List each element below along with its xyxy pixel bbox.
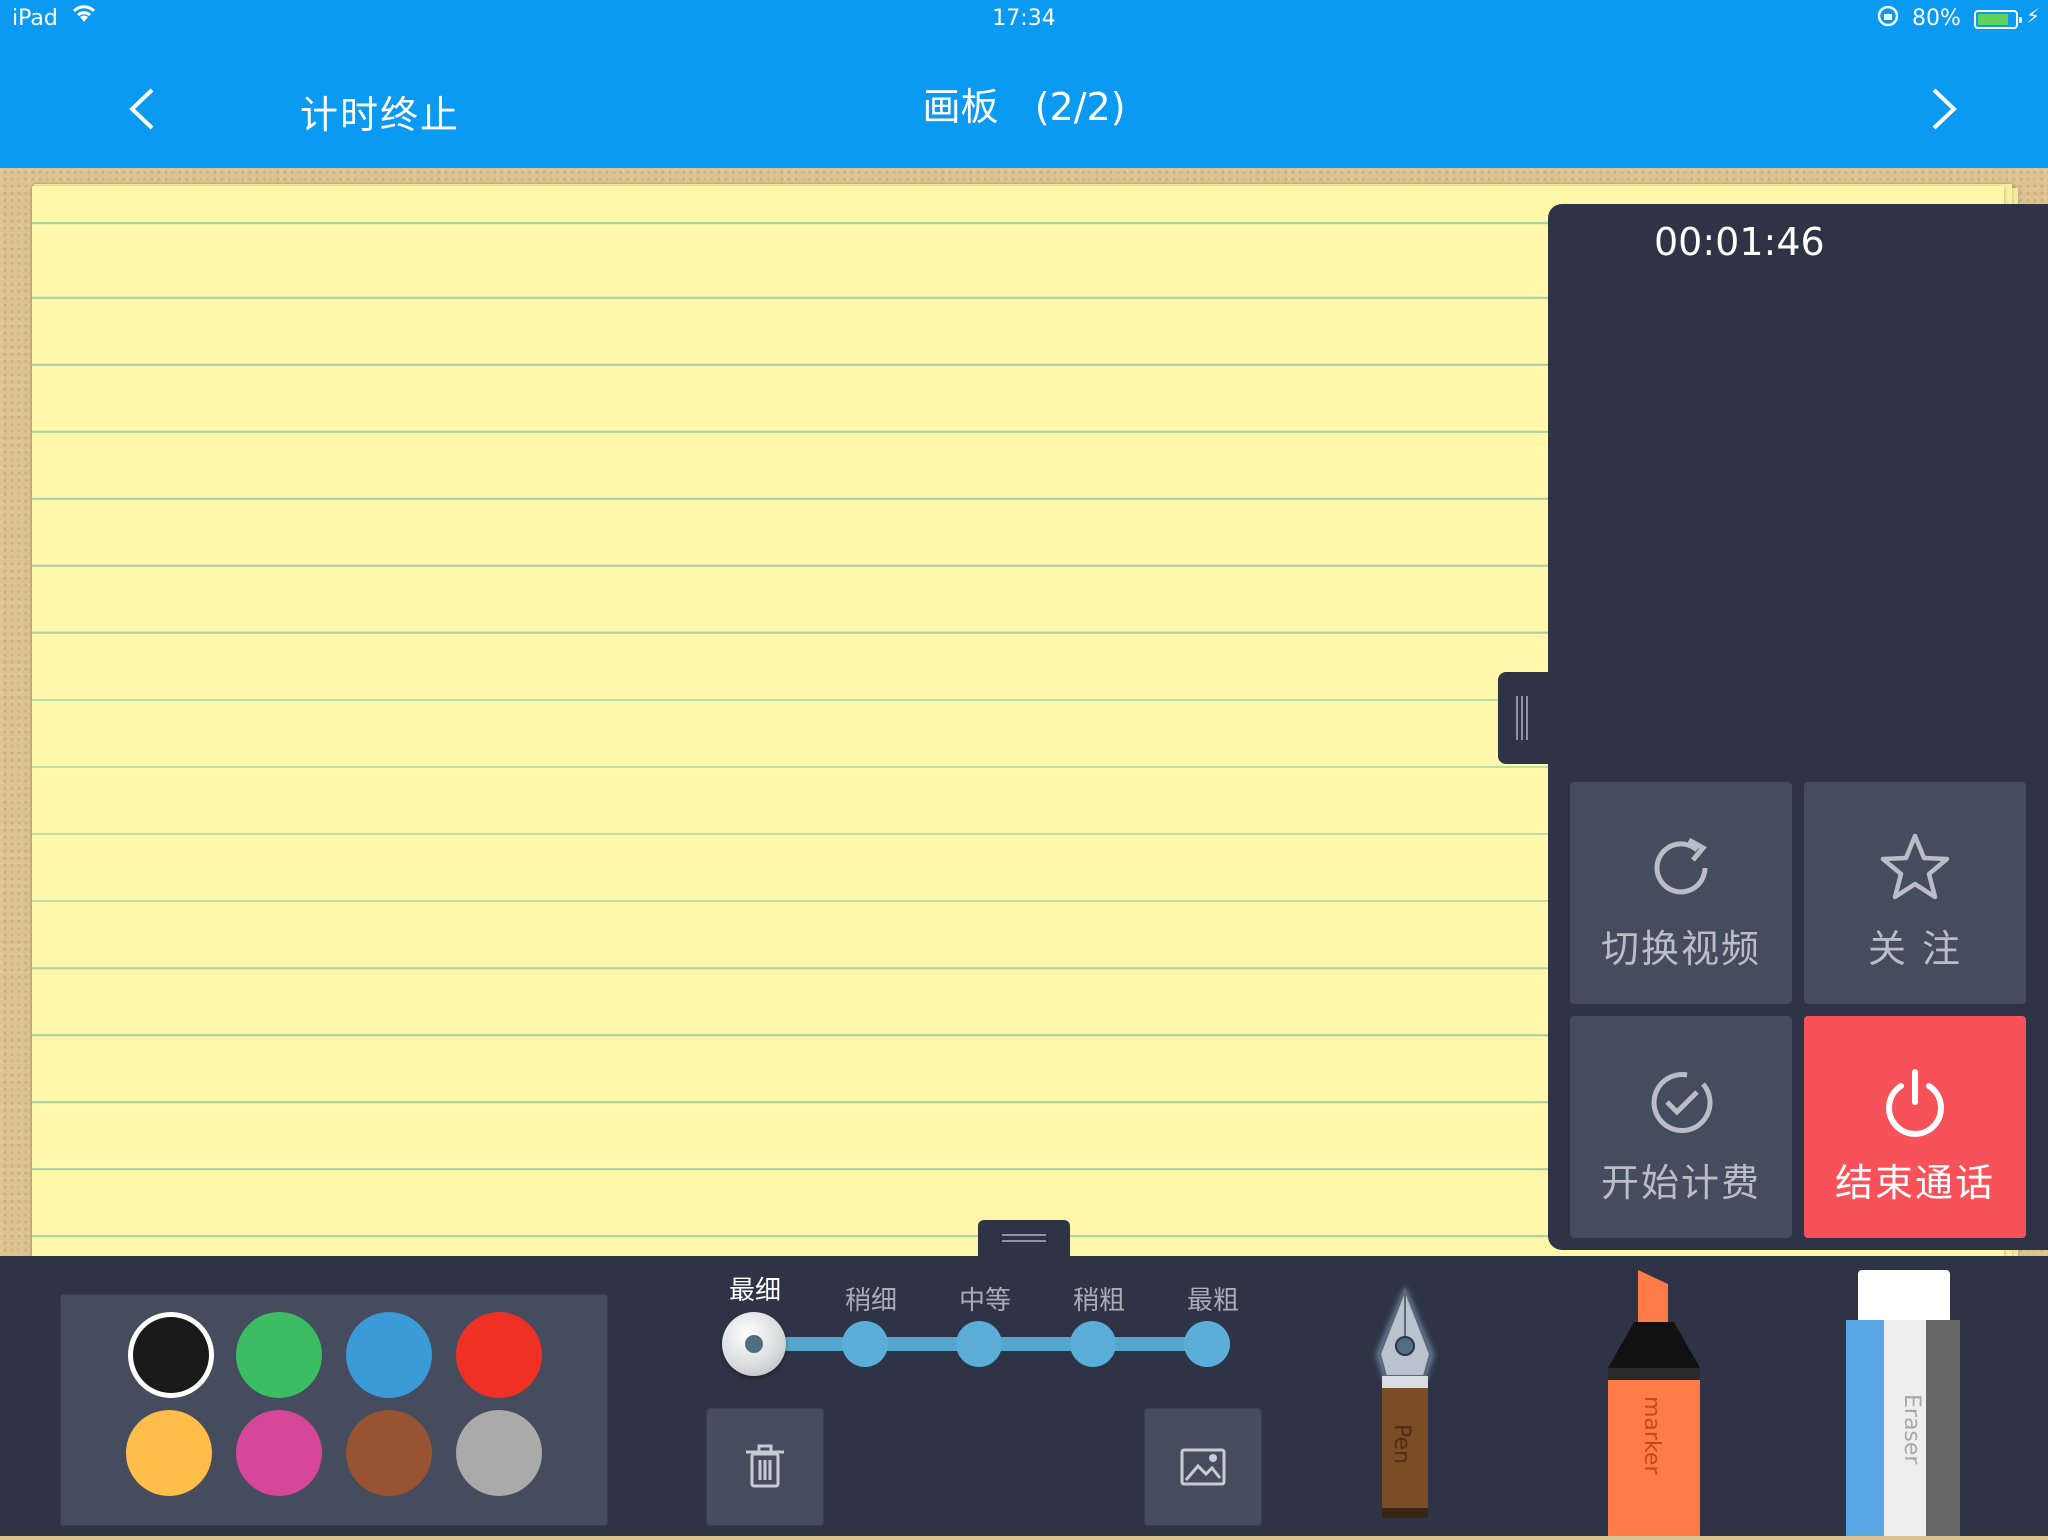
call-timer: 00:01:46 [1654,220,1825,264]
pen-tool[interactable]: Pen [1370,1284,1440,1524]
size-stop-thick[interactable] [1070,1321,1116,1367]
insert-image-button[interactable] [1144,1408,1262,1526]
battery-icon [1974,10,2022,29]
orientation-lock-icon [1876,4,1900,34]
switch-video-button[interactable]: 切换视频 [1570,782,1792,1004]
grip-line [1002,1240,1046,1242]
color-swatch-brown[interactable] [346,1410,432,1496]
refresh-icon [1654,837,1708,895]
panel-collapse-handle[interactable] [1498,672,1550,764]
eraser-label: Eraser [1899,1394,1924,1465]
marker-label: marker [1639,1396,1664,1475]
color-swatch-yellow[interactable] [126,1410,212,1496]
grip-line [1516,696,1518,740]
color-swatch-blue[interactable] [346,1312,432,1398]
end-call-button[interactable]: 结束通话 [1804,1016,2026,1238]
charging-icon: ⚡ [2026,4,2041,28]
video-call-panel: 00:01:46 切换视频 关 注 开始计费 结束通话 [1548,204,2048,1250]
follow-label: 关 注 [1867,927,1963,971]
color-swatch-pink[interactable] [236,1410,322,1496]
eraser-tool[interactable]: Eraser [1844,1270,1962,1536]
color-swatch-green[interactable] [236,1312,322,1398]
switch-video-label: 切换视频 [1600,927,1761,971]
size-label-medium[interactable]: 中等 [940,1280,1030,1317]
grip-line [1521,696,1523,740]
size-stop-thickest[interactable] [1184,1321,1230,1367]
follow-button[interactable]: 关 注 [1804,782,2026,1004]
color-swatch-gray[interactable] [456,1410,542,1496]
check-circle-icon [1651,1072,1713,1134]
page-title: 画板 (2/2) [0,76,2048,131]
top-navigation-bar: iPad 17:34 80% ⚡ 计时终止 画板 (2/2) [0,0,2048,168]
grip-line [1002,1234,1046,1236]
size-stop-medium[interactable] [956,1321,1002,1367]
color-swatch-red[interactable] [456,1312,542,1398]
star-icon [1880,833,1950,900]
color-swatch-black[interactable] [133,1317,209,1393]
size-label-thick[interactable]: 稍粗 [1054,1280,1144,1317]
page-title-text: 画板 [922,85,999,129]
clear-canvas-button[interactable] [706,1408,824,1526]
status-time: 17:34 [992,6,1056,31]
end-call-label: 结束通话 [1834,1161,1995,1205]
chevron-right-icon[interactable] [1924,86,1964,132]
trash-icon [746,1444,784,1488]
start-billing-label: 开始计费 [1600,1161,1761,1205]
toolbar-toggle-tab[interactable] [978,1220,1070,1258]
start-billing-button[interactable]: 开始计费 [1570,1016,1792,1238]
pen-label: Pen [1389,1424,1414,1464]
battery-percentage: 80% [1912,6,1961,31]
page-indicator: (2/2) [1034,85,1126,129]
size-label-thinnest[interactable]: 最细 [710,1270,800,1307]
drawing-toolbar: 最细 稍细 中等 稍粗 最粗 Pen marker Eraser [0,1256,2048,1536]
marker-tool[interactable]: marker [1604,1270,1704,1536]
size-label-thin[interactable]: 稍细 [826,1280,916,1317]
brush-size-slider-knob[interactable] [722,1312,786,1376]
size-label-thickest[interactable]: 最粗 [1168,1280,1258,1317]
size-stop-thin[interactable] [842,1321,888,1367]
grip-line [1526,696,1528,740]
image-icon [1180,1448,1226,1486]
pen-icon [1376,1286,1434,1518]
power-icon [1886,1069,1944,1137]
color-palette [60,1294,608,1526]
